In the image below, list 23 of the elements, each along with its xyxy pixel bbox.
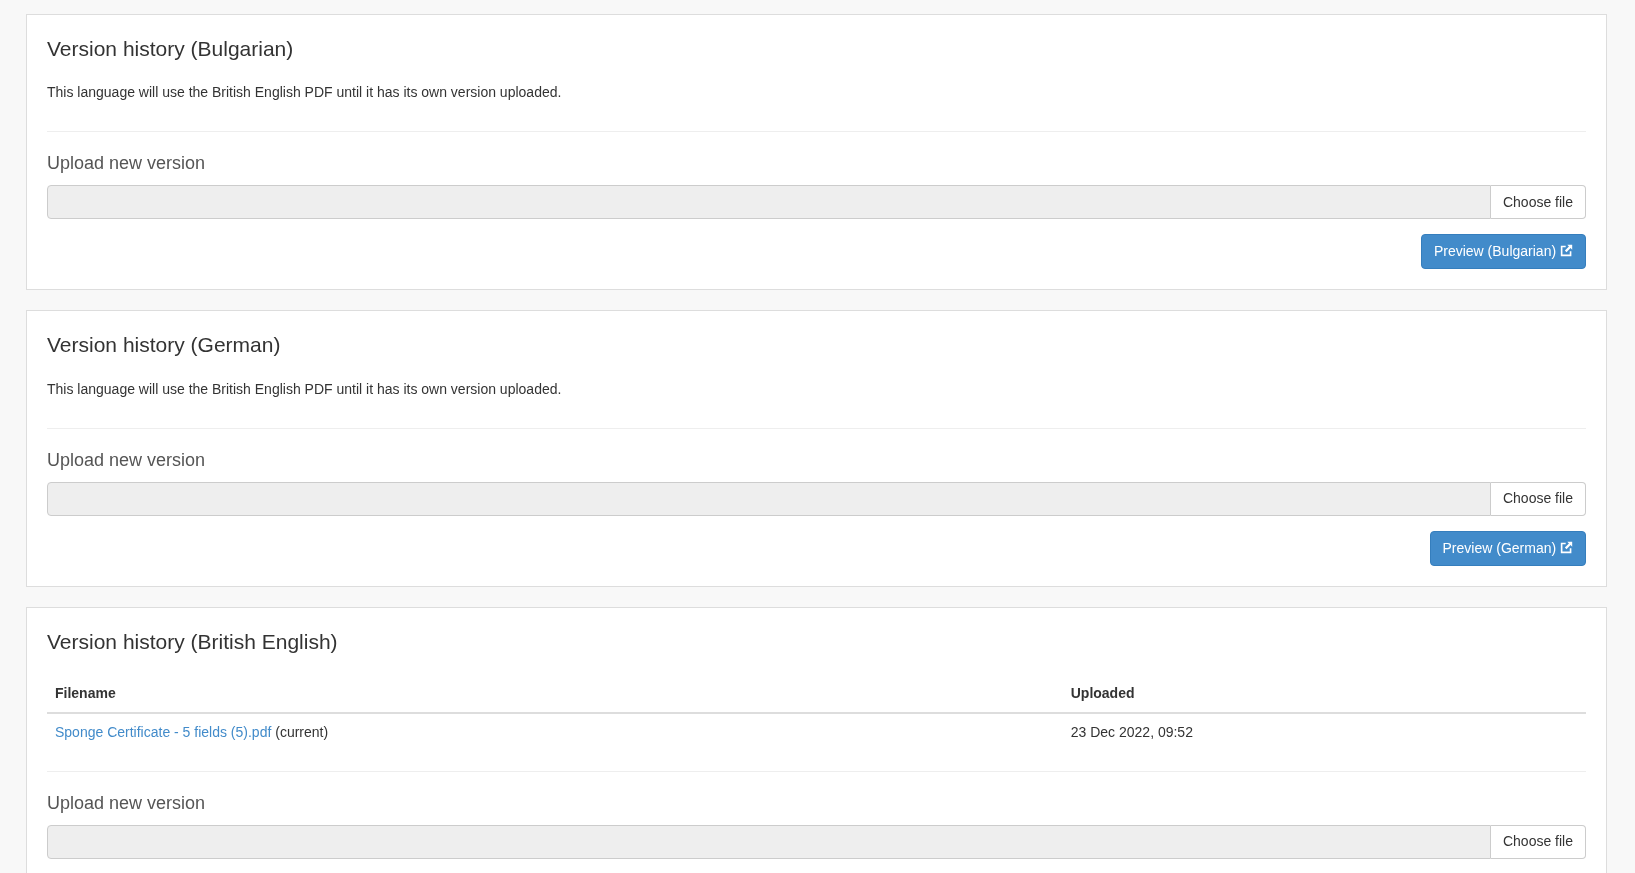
choose-file-button[interactable]: Choose file — [1490, 824, 1586, 859]
column-header: Filename — [47, 674, 1063, 713]
external-link-icon — [1560, 540, 1573, 554]
section-label: Upload new version — [47, 791, 207, 815]
choose-file-button[interactable]: Choose file — [1490, 185, 1586, 220]
choose-file-button[interactable]: Choose file — [1490, 481, 1586, 516]
panel-title: Version history (German) — [47, 332, 282, 359]
notice-text: This language will use the British English PDF until it has its own version uploaded. — [47, 83, 563, 103]
notice-text: This language will use the British English PDF until it has its own version uploaded. — [47, 379, 563, 399]
file-link[interactable]: Sponge Certificate - 5 fields (5).pdf — [55, 723, 272, 740]
section-label: Upload new version — [47, 152, 207, 176]
section-label: Upload new version — [47, 448, 207, 472]
panel-title: Version history (Bulgarian) — [47, 36, 295, 62]
panel-title: Version history (British English) — [47, 628, 339, 655]
preview-button[interactable]: Preview (Bulgarian) — [1420, 234, 1586, 270]
external-link-icon — [1560, 244, 1573, 258]
file-field[interactable] — [47, 481, 1491, 516]
file-field[interactable] — [47, 185, 1491, 220]
file-status: (current) — [275, 723, 329, 740]
table-cell: 23 Dec 2022, 09:52 — [1062, 712, 1586, 751]
preview-button[interactable]: Preview (German) — [1429, 530, 1586, 566]
column-header: Uploaded — [1062, 674, 1586, 713]
file-field[interactable] — [47, 824, 1491, 859]
